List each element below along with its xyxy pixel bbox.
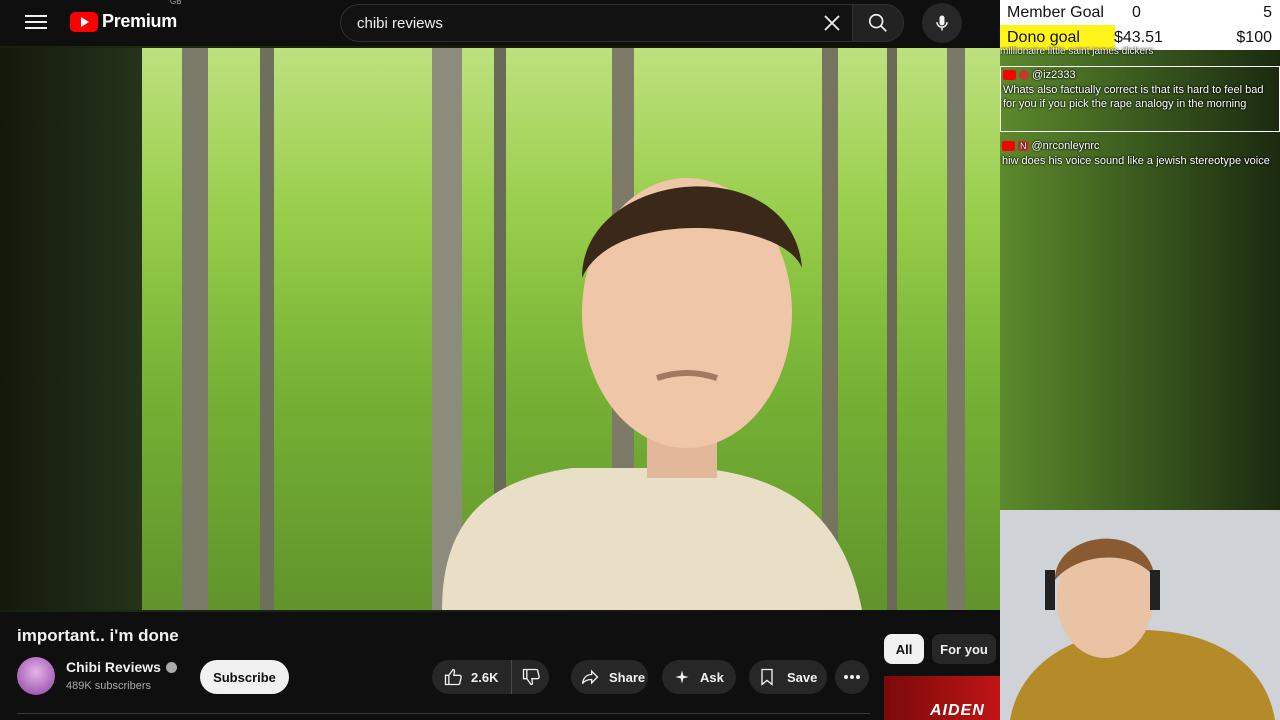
- thumbs-down-icon: [522, 668, 540, 686]
- chat-text: hiw does his voice sound like a jewish s…: [1002, 155, 1270, 167]
- youtube-watch-page: Premium GB chibi reviews Member Goal 0 5…: [0, 0, 1280, 720]
- voice-search-button[interactable]: [922, 3, 962, 43]
- chat-username: @iz2333: [1032, 69, 1076, 81]
- verified-icon: [165, 661, 177, 673]
- member-goal-row: Member Goal 0 5: [1000, 0, 1280, 25]
- dono-goal-current: $43.51: [1114, 28, 1163, 46]
- search-query: chibi reviews: [357, 14, 443, 32]
- chat-user: @iz2333: [1003, 69, 1277, 81]
- search-icon: [868, 13, 887, 32]
- chat-overlay: millionaire little saint james dickers @…: [1000, 46, 1280, 186]
- save-label: Save: [787, 669, 818, 685]
- share-icon: [581, 669, 599, 685]
- logo-text: Premium: [102, 11, 177, 31]
- chip-all[interactable]: All: [884, 634, 924, 664]
- webcam-image: [1000, 510, 1280, 720]
- recommended-video-thumbnail[interactable]: AIDEN: [884, 676, 1000, 720]
- channel-name: Chibi Reviews: [66, 659, 161, 675]
- member-badge-icon: [1019, 70, 1029, 80]
- ask-button[interactable]: Ask: [662, 660, 736, 694]
- dislike-button[interactable]: [512, 660, 549, 694]
- thumbnail-text: AIDEN: [930, 702, 985, 719]
- member-goal-current: 0: [1132, 3, 1141, 21]
- chat-message: @iz2333 Whats also factually correct is …: [1000, 66, 1280, 132]
- video-blur-left: [0, 48, 142, 610]
- microphone-icon: [936, 15, 948, 31]
- chat-text: Whats also factually correct is that its…: [1003, 84, 1264, 110]
- save-button[interactable]: Save: [749, 660, 827, 694]
- dono-goal-target: $100: [1236, 28, 1272, 46]
- chat-message: N @nrconleynrc hiw does his voice sound …: [1000, 138, 1280, 170]
- video-frame[interactable]: [142, 48, 1000, 610]
- like-button[interactable]: 2.6K: [432, 660, 512, 694]
- channel-avatar[interactable]: [17, 657, 55, 695]
- search-button[interactable]: [852, 4, 904, 42]
- channel-name-link[interactable]: Chibi Reviews: [66, 659, 177, 675]
- forest-scene-image: [142, 48, 1000, 610]
- like-dislike-group: 2.6K: [432, 660, 549, 694]
- clear-search-icon[interactable]: [820, 11, 844, 35]
- youtube-badge-icon: [1002, 141, 1015, 151]
- bookmark-icon: [761, 668, 773, 686]
- goals-overlay: Member Goal 0 5 Dono goal $43.51 $100: [1000, 0, 1280, 50]
- share-label: Share: [609, 669, 646, 685]
- menu-icon[interactable]: [22, 11, 50, 33]
- youtube-play-icon: [70, 11, 98, 32]
- subscriber-count: 489K subscribers: [66, 680, 151, 692]
- thumbs-up-icon: [444, 668, 462, 686]
- logo-region-code: GB: [170, 0, 182, 6]
- like-count: 2.6K: [471, 669, 499, 685]
- chat-cut-message: millionaire little saint james dickers: [1000, 46, 1154, 56]
- sparkle-icon: [675, 670, 689, 684]
- streamer-webcam: [1000, 510, 1280, 720]
- youtube-premium-logo[interactable]: Premium: [70, 11, 177, 32]
- dono-goal-label: Dono goal: [1007, 28, 1080, 46]
- video-title: important.. i'm done: [17, 626, 179, 645]
- subscribe-button[interactable]: Subscribe: [200, 660, 289, 694]
- chat-username: @nrconleynrc: [1031, 140, 1100, 152]
- more-actions-button[interactable]: [835, 660, 869, 694]
- top-bar: Premium GB chibi reviews: [0, 0, 1000, 46]
- chip-for-you[interactable]: For you: [932, 634, 996, 664]
- more-horizontal-icon: [844, 675, 860, 679]
- youtube-badge-icon: [1003, 70, 1016, 80]
- member-goal-target: 5: [1263, 3, 1272, 21]
- ask-label: Ask: [700, 669, 724, 685]
- divider: [17, 713, 870, 714]
- chat-user: N @nrconleynrc: [1002, 140, 1278, 152]
- n-badge: N: [1018, 141, 1029, 151]
- search-input[interactable]: chibi reviews: [340, 4, 852, 42]
- member-goal-label: Member Goal: [1007, 3, 1104, 21]
- share-button[interactable]: Share: [571, 660, 648, 694]
